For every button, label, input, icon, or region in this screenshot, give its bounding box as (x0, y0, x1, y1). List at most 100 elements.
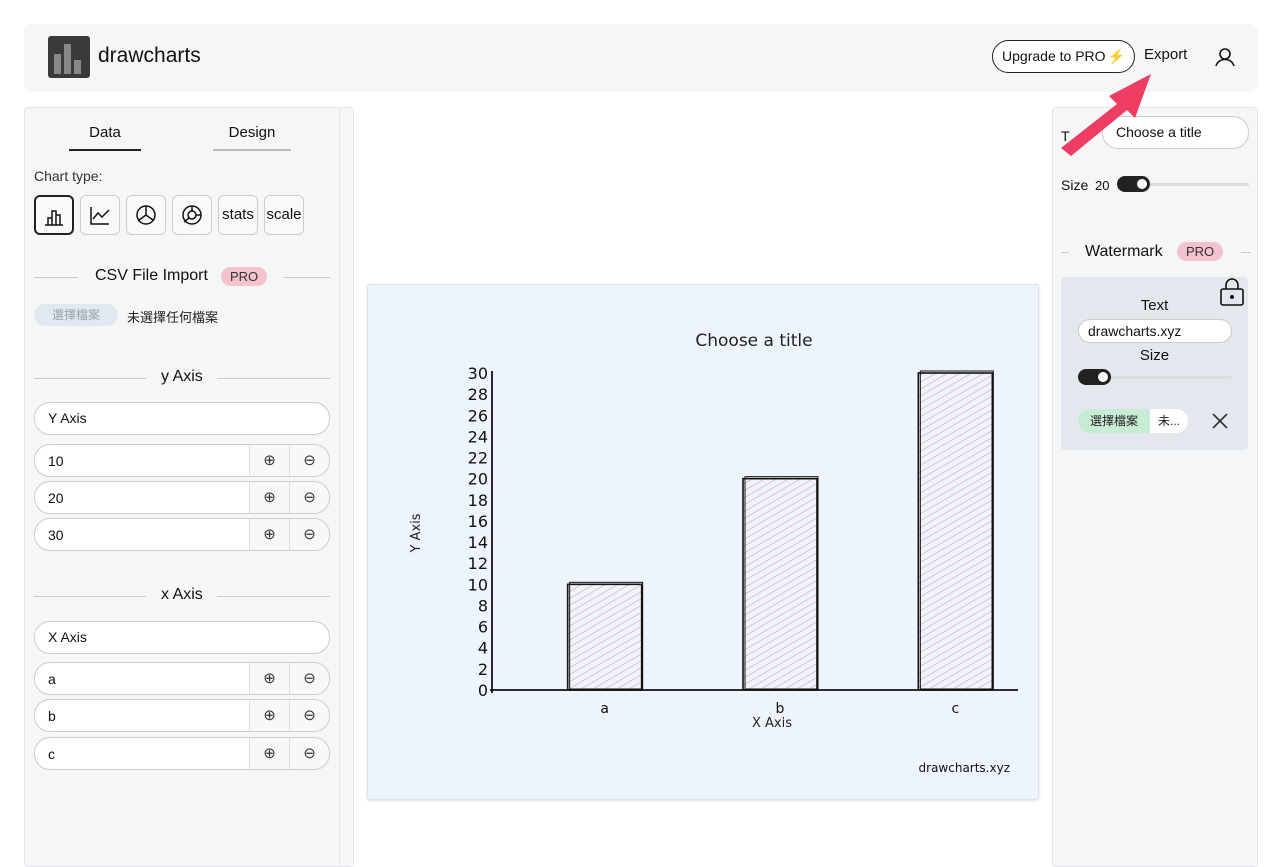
tab-data[interactable]: Data (69, 124, 141, 151)
y-value-row[interactable]: 30 ⊕ ⊖ (34, 518, 330, 551)
bar-fill (743, 478, 817, 690)
y-tick-label: 4 (478, 639, 488, 658)
y-tick-label: 12 (468, 554, 488, 573)
x-axis-label-input[interactable]: X Axis (34, 621, 330, 654)
watermark-title: Watermark (1085, 243, 1163, 260)
csv-file-status: 未選擇任何檔案 (127, 310, 219, 325)
watermark-text-input[interactable]: drawcharts.xyz (1078, 319, 1232, 343)
csv-section-header: CSV File Import PRO (34, 267, 330, 287)
close-icon[interactable] (1210, 411, 1230, 431)
watermark-size-label: Size (1139, 347, 1170, 364)
chart-type-pie-button[interactable] (126, 195, 166, 235)
design-panel: T Choose a title Size 20 Watermark PRO T… (1052, 107, 1258, 867)
watermark-section-header: Watermark PRO (1061, 242, 1251, 264)
upgrade-to-pro-button[interactable]: Upgrade to PRO ⚡ (992, 40, 1135, 73)
watermark-file-status: 未... (1150, 409, 1189, 433)
chart-canvas: Choose a title Y Axis X Axis 0 2 4 6 8 10 12 14… (367, 284, 1039, 800)
logo-icon (48, 36, 90, 78)
y-value-row[interactable]: 20 ⊕ ⊖ (34, 481, 330, 514)
x-value: b (48, 708, 56, 724)
remove-circle-icon[interactable]: ⊖ (289, 482, 329, 513)
x-axis-label: X Axis (752, 716, 792, 731)
y-tick-label: 8 (478, 596, 488, 615)
y-tick-label: 14 (468, 533, 488, 552)
tab-design[interactable]: Design (213, 124, 291, 151)
chart-type-donut-button[interactable] (172, 195, 212, 235)
data-panel: Data Design Chart type: stats scale CSV … (24, 107, 354, 867)
y-tick-label: 18 (468, 491, 488, 510)
chart-type-scale-button[interactable]: scale (264, 195, 304, 235)
y-tick-label: 30 (468, 364, 488, 383)
bar-fill (567, 584, 642, 690)
panel-scrollbar[interactable] (339, 108, 353, 866)
x-value-row[interactable]: b ⊕ ⊖ (34, 699, 330, 732)
y-axis-title: y Axis (161, 368, 203, 385)
title-label: T (1061, 128, 1070, 144)
y-value: 20 (48, 490, 64, 506)
chart-title-input[interactable]: Choose a title (1102, 116, 1249, 149)
x-value-row[interactable]: c ⊕ ⊖ (34, 737, 330, 770)
app-name: drawcharts (98, 44, 201, 67)
x-value: a (48, 671, 56, 687)
user-icon[interactable] (1214, 46, 1236, 68)
chart-type-line-button[interactable] (80, 195, 120, 235)
pie-chart-icon (136, 205, 156, 225)
x-value: c (48, 746, 55, 762)
y-tick-label: 16 (468, 512, 488, 531)
title-size-label: Size (1061, 177, 1089, 193)
app-header: drawcharts Upgrade to PRO ⚡ Export (24, 24, 1258, 92)
remove-circle-icon[interactable]: ⊖ (289, 738, 329, 769)
add-circle-icon[interactable]: ⊕ (249, 519, 289, 550)
y-tick-label: 26 (468, 406, 488, 425)
y-axis-section-header: y Axis (34, 368, 330, 388)
add-circle-icon[interactable]: ⊕ (249, 663, 289, 694)
watermark-file-input[interactable]: 選擇檔案 未... (1078, 409, 1189, 433)
x-value-row[interactable]: a ⊕ ⊖ (34, 662, 330, 695)
watermark-size-slider[interactable] (1101, 376, 1232, 379)
title-size-slider-handle[interactable] (1117, 176, 1150, 192)
x-tick-label: c (951, 701, 959, 717)
x-axis-section-header: x Axis (34, 586, 330, 606)
y-tick-label: 2 (478, 660, 488, 679)
y-axis-label-input[interactable]: Y Axis (34, 402, 330, 435)
bar-chart-icon (45, 210, 63, 226)
remove-circle-icon[interactable]: ⊖ (289, 519, 329, 550)
pro-badge: PRO (221, 267, 268, 286)
donut-chart-icon (182, 205, 202, 225)
y-value: 30 (48, 527, 64, 543)
line-chart-icon (90, 207, 110, 225)
remove-circle-icon[interactable]: ⊖ (289, 445, 329, 476)
pro-badge: PRO (1177, 242, 1224, 261)
y-tick-label: 28 (468, 385, 488, 404)
add-circle-icon[interactable]: ⊕ (249, 445, 289, 476)
export-button[interactable]: Export (1144, 46, 1187, 63)
title-size-slider[interactable] (1139, 183, 1249, 186)
y-tick-label: 24 (468, 427, 488, 446)
upgrade-label: Upgrade to PRO (1002, 48, 1106, 64)
watermark-text-label: Text (1140, 297, 1169, 314)
y-value-row[interactable]: 10 ⊕ ⊖ (34, 444, 330, 477)
title-size-value: 20 (1095, 178, 1110, 193)
y-tick-label: 22 (468, 449, 488, 468)
lightning-icon: ⚡ (1107, 48, 1125, 64)
csv-title: CSV File Import (95, 267, 208, 284)
x-axis-title: x Axis (161, 586, 203, 603)
chart-watermark: drawcharts.xyz (919, 761, 1010, 775)
y-tick-label: 0 (478, 681, 488, 700)
watermark-file-choose-button[interactable]: 選擇檔案 (1078, 409, 1151, 433)
remove-circle-icon[interactable]: ⊖ (289, 700, 329, 731)
y-tick-label: 20 (468, 470, 488, 489)
chart-type-stats-button[interactable]: stats (218, 195, 258, 235)
y-axis-label: Y Axis (409, 513, 424, 553)
y-tick-label: 6 (478, 618, 488, 637)
add-circle-icon[interactable]: ⊕ (249, 738, 289, 769)
add-circle-icon[interactable]: ⊕ (249, 700, 289, 731)
add-circle-icon[interactable]: ⊕ (249, 482, 289, 513)
chart-type-bar-button[interactable] (34, 195, 74, 235)
watermark-card: Text drawcharts.xyz Size 選擇檔案 未... (1061, 277, 1248, 450)
x-tick-label: a (600, 701, 609, 717)
remove-circle-icon[interactable]: ⊖ (289, 663, 329, 694)
y-value: 10 (48, 453, 64, 469)
csv-file-choose-button[interactable]: 選擇檔案 (34, 304, 118, 326)
watermark-size-slider-handle[interactable] (1078, 369, 1111, 385)
